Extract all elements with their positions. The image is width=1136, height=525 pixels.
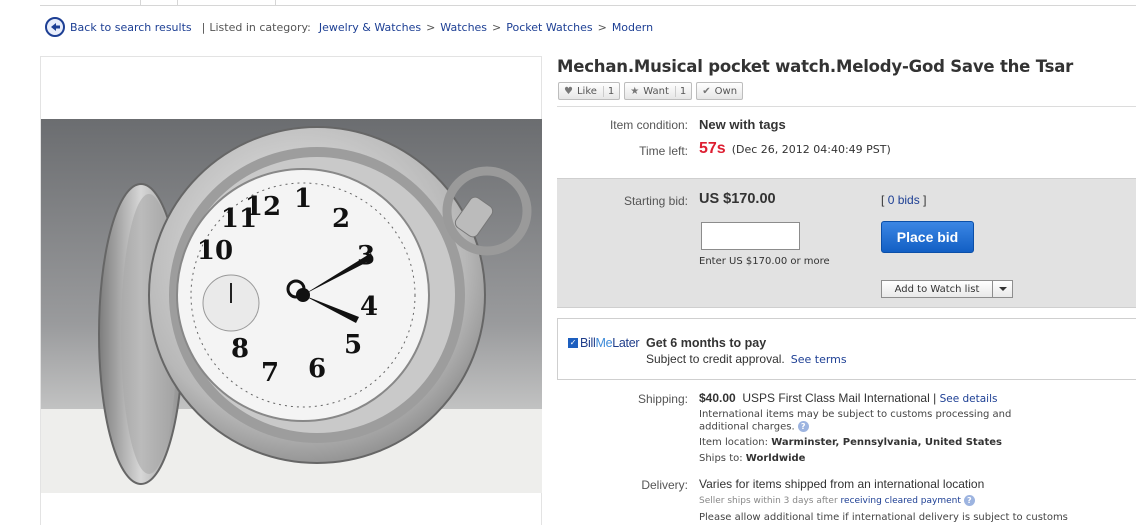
shipping-method: USPS First Class Mail International | xyxy=(742,391,937,405)
shipping-row: $40.00 USPS First Class Mail Internation… xyxy=(699,391,997,405)
svg-text:8: 8 xyxy=(231,334,249,364)
add-to-watch-list: Add to Watch list xyxy=(881,280,1013,298)
time-left-label: Time left: xyxy=(639,144,688,158)
delivery-value: Varies for items shipped from an interna… xyxy=(699,477,985,491)
delivery-label: Delivery: xyxy=(641,478,688,492)
bml-subtext-row: Subject to credit approval. See terms xyxy=(646,352,847,366)
like-label: Like xyxy=(576,85,597,97)
auction-end-time: (Dec 26, 2012 04:40:49 PST) xyxy=(731,143,891,156)
svg-text:3: 3 xyxy=(357,241,375,271)
svg-text:11: 11 xyxy=(221,204,257,234)
item-image-panel: 12 1 2 3 4 5 6 7 8 10 11 xyxy=(40,56,542,525)
item-location-value: Warminster, Pennsylvania, United States xyxy=(771,437,1002,448)
svg-text:5: 5 xyxy=(344,330,362,360)
see-terms-link[interactable]: See terms xyxy=(791,353,847,366)
tab-divider xyxy=(140,0,141,6)
top-tab-strip xyxy=(40,0,1136,6)
item-title: Mechan.Musical pocket watch.Melody-God S… xyxy=(557,57,1074,76)
bid-hint: Enter US $170.00 or more xyxy=(699,256,830,267)
bid-amount-input[interactable] xyxy=(701,222,800,250)
bill-me-later-logo: ✓ Bill Me Later xyxy=(568,336,640,350)
bml-logo-bill: Bill xyxy=(580,336,596,350)
ships-to-value: Worldwide xyxy=(745,453,806,464)
intl-note-2: additional charges. xyxy=(699,421,795,433)
svg-text:7: 7 xyxy=(261,358,279,388)
time-left-value: 57s xyxy=(699,140,726,157)
starting-bid-label: Starting bid: xyxy=(623,194,688,208)
breadcrumb-separator: > xyxy=(597,20,607,34)
svg-text:6: 6 xyxy=(308,354,326,384)
back-arrow-icon[interactable] xyxy=(45,17,65,37)
bml-check-icon: ✓ xyxy=(568,338,578,348)
bml-logo-me: Me xyxy=(595,336,613,350)
item-location-label: Item location: xyxy=(699,437,768,448)
bids-link[interactable]: 0 bids xyxy=(888,193,920,207)
want-count: 1 xyxy=(674,85,686,97)
want-button[interactable]: ★ Want 1 xyxy=(624,82,693,100)
chevron-down-icon xyxy=(998,287,1007,291)
social-buttons: ♥ Like 1 ★ Want 1 ✔ Own xyxy=(558,82,744,100)
bml-logo-later: Later xyxy=(612,336,640,350)
bill-me-later-box xyxy=(557,318,1136,380)
see-details-link[interactable]: See details xyxy=(940,393,998,405)
svg-text:1: 1 xyxy=(294,184,312,214)
starting-bid-value: US $170.00 xyxy=(699,191,776,207)
condition-label: Item condition: xyxy=(609,118,688,132)
time-left-row: 57s (Dec 26, 2012 04:40:49 PST) xyxy=(699,140,891,158)
seller-ships-row: Seller ships within 3 days after receivi… xyxy=(699,495,975,506)
listed-in-label: Listed in category: xyxy=(209,20,311,34)
cleared-payment-link[interactable]: receiving cleared payment xyxy=(841,496,961,506)
item-location-row: Item location: Warminster, Pennsylvania,… xyxy=(699,437,1002,449)
bids-bracket-open: [ xyxy=(881,193,885,207)
bml-headline: Get 6 months to pay xyxy=(646,336,767,350)
own-button[interactable]: ✔ Own xyxy=(696,82,744,100)
star-icon: ★ xyxy=(630,85,640,97)
svg-text:10: 10 xyxy=(197,236,233,266)
add-to-watch-list-button[interactable]: Add to Watch list xyxy=(881,280,993,298)
ships-to-label: Ships to: xyxy=(699,453,743,464)
intl-note-row: additional charges.? xyxy=(699,421,809,434)
tab-divider xyxy=(275,0,276,6)
help-icon[interactable]: ? xyxy=(797,421,809,432)
heart-icon: ♥ xyxy=(564,85,573,97)
back-to-search-link[interactable]: Back to search results xyxy=(70,21,192,34)
place-bid-button[interactable]: Place bid xyxy=(881,221,974,253)
breadcrumb-item-jewelry[interactable]: Jewelry & Watches xyxy=(319,21,421,34)
breadcrumb-separator: > xyxy=(492,20,502,34)
check-icon: ✔ xyxy=(702,85,711,97)
condition-value: New with tags xyxy=(699,117,786,132)
shipping-price: $40.00 xyxy=(699,391,736,405)
watch-list-dropdown[interactable] xyxy=(993,280,1013,298)
item-photo[interactable]: 12 1 2 3 4 5 6 7 8 10 11 xyxy=(41,119,542,493)
help-icon[interactable]: ? xyxy=(963,495,975,506)
like-button[interactable]: ♥ Like 1 xyxy=(558,82,621,100)
like-count: 1 xyxy=(602,85,614,97)
title-divider xyxy=(557,106,1136,107)
shipping-label: Shipping: xyxy=(637,392,688,406)
breadcrumb-divider: | xyxy=(201,20,206,34)
seller-ships-note: Seller ships within 3 days after xyxy=(699,496,838,506)
breadcrumb: Back to search results | Listed in categ… xyxy=(45,16,653,38)
bml-subtext: Subject to credit approval. xyxy=(646,352,785,366)
want-label: Want xyxy=(643,85,669,97)
breadcrumb-item-pocket-watches[interactable]: Pocket Watches xyxy=(506,21,592,34)
tab-divider xyxy=(177,0,178,6)
allow-time-note: Please allow additional time if internat… xyxy=(699,512,1068,523)
svg-text:4: 4 xyxy=(360,292,378,322)
bids-count: [ 0 bids ] xyxy=(881,193,926,207)
own-label: Own xyxy=(714,85,738,97)
breadcrumb-separator: > xyxy=(426,20,436,34)
breadcrumb-item-watches[interactable]: Watches xyxy=(440,21,487,34)
breadcrumb-item-modern[interactable]: Modern xyxy=(612,21,653,34)
ships-to-row: Ships to: Worldwide xyxy=(699,453,805,465)
intl-note-1: International items may be subject to cu… xyxy=(699,409,1012,420)
svg-text:2: 2 xyxy=(332,204,350,234)
bids-bracket-close: ] xyxy=(923,193,927,207)
